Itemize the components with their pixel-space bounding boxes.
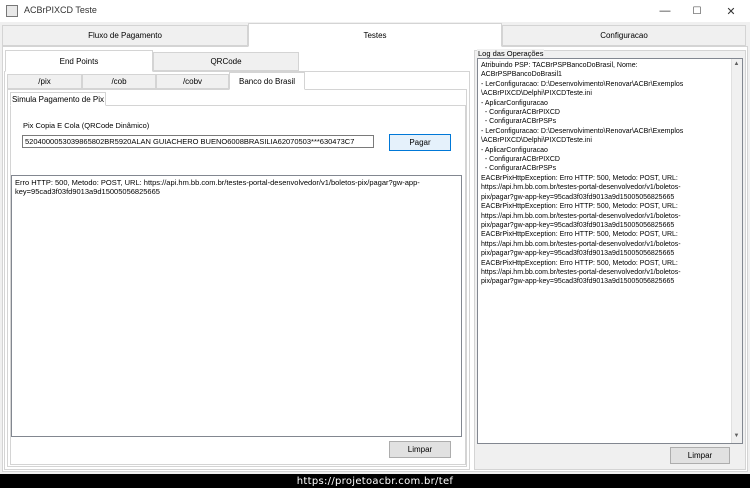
maximize-button[interactable]: ☐ [680, 0, 714, 22]
tab-qrcode[interactable]: QRCode [153, 52, 299, 71]
minimize-button[interactable]: — [648, 0, 682, 22]
tab-fluxo-de-pagamento[interactable]: Fluxo de Pagamento [2, 25, 248, 46]
tab-configuracao[interactable]: Configuracao [502, 25, 746, 46]
log-memo[interactable]: Atribuindo PSP: TACBrPSPBancoDoBrasil, N… [477, 58, 743, 444]
pix-copia-e-cola-label: Pix Copia E Cola (QRCode Dinâmico) [23, 121, 150, 130]
limpar-result-button[interactable]: Limpar [389, 441, 451, 458]
limpar-log-button[interactable]: Limpar [670, 447, 730, 464]
scroll-down-arrow-icon[interactable]: ▼ [733, 433, 740, 439]
window-title: ACBrPIXCD Teste [24, 5, 97, 15]
pix-copia-e-cola-input[interactable]: 5204000053039865802BR5920ALAN GUIACHERO … [22, 135, 374, 148]
result-memo[interactable]: Erro HTTP: 500, Metodo: POST, URL: https… [11, 175, 462, 437]
tab-simula-pagamento-pix[interactable]: Simula Pagamento de Pix [10, 92, 106, 106]
title-bar: ACBrPIXCD Teste — ☐ ✕ [0, 0, 750, 22]
tab-end-points[interactable]: End Points [5, 50, 153, 72]
pagar-button[interactable]: Pagar [389, 134, 451, 151]
tab-cob[interactable]: /cob [82, 74, 156, 89]
tab-banco-do-brasil[interactable]: Banco do Brasil [229, 72, 305, 90]
scroll-up-arrow-icon[interactable]: ▲ [733, 61, 740, 67]
app-icon [6, 5, 18, 17]
log-scrollbar[interactable] [731, 59, 742, 443]
tab-cobv[interactable]: /cobv [156, 74, 229, 89]
log-title: Log das Operações [477, 49, 545, 58]
tab-pix[interactable]: /pix [7, 74, 82, 89]
app-window: ACBrPIXCD Teste — ☐ ✕ Fluxo de Pagamento… [0, 0, 750, 488]
close-button[interactable]: ✕ [714, 0, 748, 22]
footer-url: https://projetoacbr.com.br/tef [0, 474, 750, 488]
tab-testes[interactable]: Testes [248, 23, 502, 47]
